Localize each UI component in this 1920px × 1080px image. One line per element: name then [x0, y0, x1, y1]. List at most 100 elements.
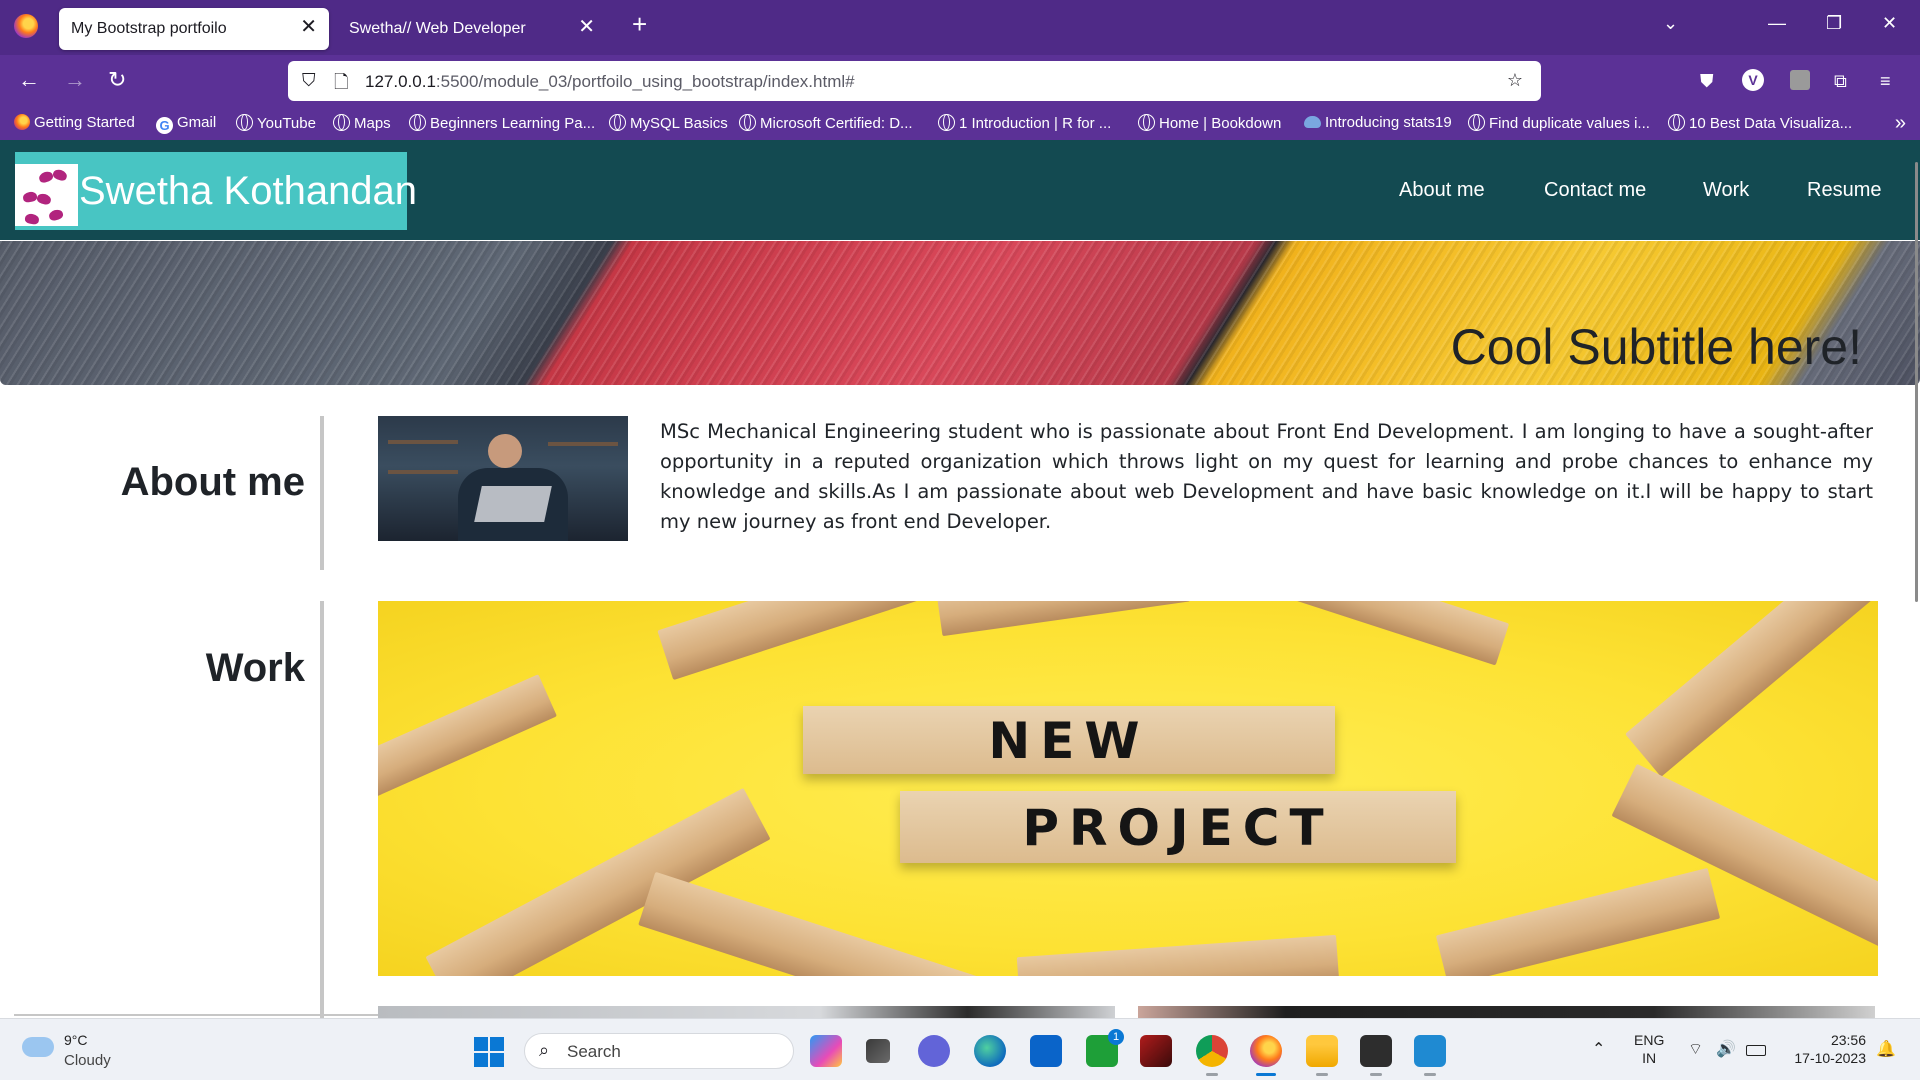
close-window-button[interactable]: ✕	[1882, 12, 1897, 34]
firefox-taskbar-icon[interactable]	[1250, 1035, 1282, 1076]
bookmark-label: Maps	[354, 115, 391, 132]
close-tab-icon[interactable]: ✕	[578, 17, 595, 37]
teams-chat-icon[interactable]	[918, 1035, 950, 1067]
minimize-button[interactable]: —	[1768, 12, 1786, 34]
file-explorer-icon[interactable]	[1306, 1035, 1338, 1076]
mail-icon[interactable]	[1030, 1035, 1062, 1067]
language-indicator[interactable]: ENG IN	[1634, 1031, 1664, 1067]
bookmark-maps[interactable]: Maps	[333, 114, 391, 132]
restore-button[interactable]: ❐	[1826, 12, 1842, 34]
terminal-icon[interactable]	[1360, 1035, 1392, 1076]
bookmark-bookdown[interactable]: Home | Bookdown	[1138, 114, 1281, 132]
bookmark-data-visualization[interactable]: 10 Best Data Visualiza...	[1668, 114, 1852, 132]
clock-date: 17-10-2023	[1794, 1050, 1866, 1066]
taskbar-search[interactable]: ⌕ Search	[524, 1033, 794, 1069]
browser-toolbar: ← → ↻ ⛉ 🗋 127.0.0.1:5500/module_03/portf…	[0, 55, 1920, 107]
wifi-icon[interactable]: ⌔	[1688, 1039, 1703, 1059]
vscode-icon[interactable]	[1414, 1035, 1446, 1076]
tab-title: Swetha// Web Developer	[349, 20, 526, 37]
chrome-icon[interactable]	[1196, 1035, 1228, 1076]
weather-description[interactable]: Cloudy	[64, 1052, 111, 1069]
about-photo	[378, 416, 628, 541]
site-brand[interactable]: Swetha Kothandan	[15, 152, 417, 230]
sign-new: NEW	[803, 706, 1335, 774]
more-bookmarks-icon[interactable]: »	[1895, 112, 1906, 135]
page-viewport: Swetha Kothandan About me Contact me Wor…	[0, 140, 1920, 1018]
forward-button[interactable]: →	[64, 69, 86, 91]
bookmark-r-introduction[interactable]: 1 Introduction | R for ...	[938, 114, 1111, 132]
task-view-icon[interactable]	[866, 1039, 890, 1063]
wood-block	[638, 871, 998, 976]
menu-icon[interactable]: ≡	[1880, 70, 1891, 92]
globe-icon	[938, 114, 955, 131]
globe-icon	[609, 114, 626, 131]
globe-icon	[409, 114, 426, 131]
list-all-tabs-icon[interactable]: ⌄	[1663, 12, 1678, 34]
wood-block	[378, 674, 557, 814]
mysql-workbench-icon[interactable]	[1140, 1035, 1172, 1067]
tab-swetha-web-developer[interactable]: Swetha// Web Developer ✕	[337, 8, 607, 50]
profile-avatar[interactable]: V	[1742, 69, 1764, 91]
bookmark-label: YouTube	[257, 115, 316, 132]
bookmark-label: Home | Bookdown	[1159, 115, 1282, 132]
page-scrollbar[interactable]	[1914, 150, 1920, 1010]
windows-taskbar: 9°C Cloudy ⌕ Search 1 ⌃ ENG IN ⌔ 🔊 23:56…	[0, 1018, 1920, 1080]
nav-contact-me[interactable]: Contact me	[1544, 179, 1646, 202]
nav-resume[interactable]: Resume	[1807, 179, 1881, 202]
tab-my-bootstrap-portfolio[interactable]: My Bootstrap portfoilo ✕	[59, 8, 329, 50]
windows-start-icon[interactable]	[474, 1037, 504, 1067]
nav-work[interactable]: Work	[1703, 179, 1749, 202]
bookmark-star-icon[interactable]: ☆	[1507, 70, 1523, 91]
section-divider	[14, 1014, 380, 1016]
nav-about-me[interactable]: About me	[1399, 179, 1485, 202]
bookmark-label: 10 Best Data Visualiza...	[1689, 115, 1853, 132]
bookmark-stats19[interactable]: Introducing stats19	[1304, 114, 1452, 131]
bookmark-beginners-learning[interactable]: Beginners Learning Pa...	[409, 114, 595, 132]
about-heading: About me	[120, 460, 305, 504]
address-bar[interactable]: ⛉ 🗋 127.0.0.1:5500/module_03/portfoilo_u…	[288, 61, 1541, 101]
butterfly-logo-icon	[15, 164, 78, 226]
hero-subtitle: Cool Subtitle here!	[1450, 319, 1862, 375]
battery-icon[interactable]	[1746, 1045, 1766, 1056]
wood-block	[1016, 934, 1340, 976]
bookmark-find-duplicates[interactable]: Find duplicate values i...	[1468, 114, 1650, 132]
bookmark-label: Microsoft Certified: D...	[760, 115, 913, 132]
cloud-weather-icon[interactable]	[22, 1037, 54, 1057]
back-button[interactable]: ←	[18, 69, 40, 91]
close-tab-icon[interactable]: ✕	[300, 17, 317, 37]
copilot-icon[interactable]	[810, 1035, 842, 1067]
pocket-icon[interactable]: ⛊	[1700, 70, 1714, 92]
extension-icon[interactable]	[1790, 70, 1810, 90]
bookmark-mysql-basics[interactable]: MySQL Basics	[609, 114, 728, 132]
system-clock[interactable]: 23:56 17-10-2023	[1786, 1031, 1866, 1067]
browser-tab-bar: My Bootstrap portfoilo ✕ Swetha// Web De…	[0, 0, 1920, 55]
volume-icon[interactable]: 🔊	[1716, 1039, 1736, 1059]
scrollbar-thumb[interactable]	[1915, 162, 1918, 602]
bookmark-youtube[interactable]: YouTube	[236, 114, 316, 132]
notifications-icon[interactable]: 🔔	[1876, 1039, 1896, 1059]
shield-icon[interactable]: ⛉	[302, 70, 316, 91]
work-divider	[320, 601, 324, 1018]
url-text[interactable]: 127.0.0.1:5500/module_03/portfoilo_using…	[365, 72, 855, 92]
url-path: :5500/module_03/portfoilo_using_bootstra…	[435, 72, 855, 91]
new-tab-button[interactable]: +	[632, 11, 647, 37]
edge-icon[interactable]	[974, 1035, 1006, 1067]
wood-block	[1435, 867, 1721, 976]
site-navbar: Swetha Kothandan About me Contact me Wor…	[0, 140, 1920, 240]
weather-temperature[interactable]: 9°C	[64, 1032, 88, 1048]
xbox-icon[interactable]: 1	[1086, 1029, 1124, 1067]
reload-button[interactable]: ↻	[108, 69, 126, 91]
extensions-puzzle-icon[interactable]: ⧉	[1834, 70, 1847, 92]
sign-project: PROJECT	[900, 791, 1456, 863]
page-icon[interactable]: 🗋	[334, 70, 348, 100]
globe-icon	[1138, 114, 1155, 131]
bookmark-gmail[interactable]: G Gmail	[156, 114, 216, 134]
show-hidden-icons[interactable]: ⌃	[1592, 1039, 1605, 1059]
search-label: Search	[567, 1042, 621, 1061]
globe-icon	[236, 114, 253, 131]
bookmark-getting-started[interactable]: Getting Started	[14, 114, 135, 131]
firefox-icon[interactable]	[14, 14, 38, 38]
bookmark-microsoft-certified[interactable]: Microsoft Certified: D...	[739, 114, 913, 132]
work-thumbnail-1	[378, 1006, 1115, 1018]
bookmark-label: Gmail	[177, 114, 217, 131]
